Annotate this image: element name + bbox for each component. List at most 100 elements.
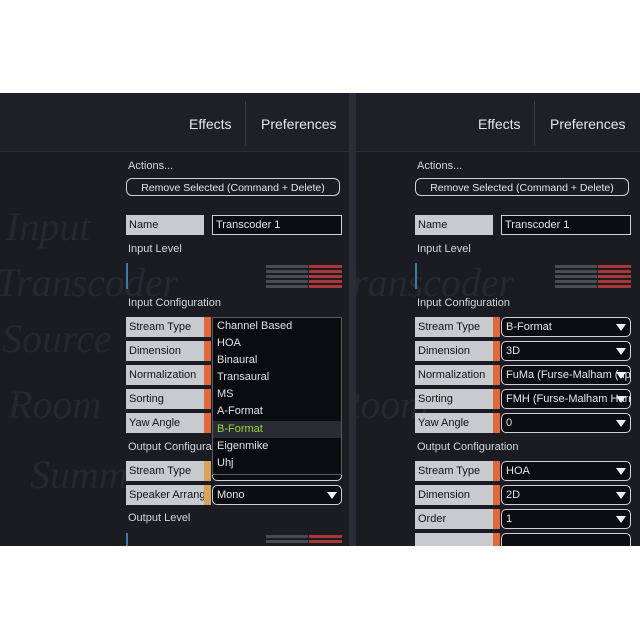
orange-accent xyxy=(204,365,211,385)
output-level-meter xyxy=(126,533,342,546)
effects-menu-button[interactable]: Effects xyxy=(175,93,246,151)
input-configuration-title: Input Configuration xyxy=(417,297,510,309)
row-cut-off xyxy=(415,533,631,546)
sorting-label: Sorting xyxy=(126,389,204,409)
sorting-label: Sorting xyxy=(415,389,493,409)
orange-accent xyxy=(493,389,500,409)
bg-word: Input xyxy=(6,204,91,249)
dropdown-option[interactable]: Channel Based xyxy=(213,318,341,335)
chevron-down-icon xyxy=(616,420,626,427)
right-panel: Transcoder Room Effects Preferences Acti… xyxy=(356,93,640,546)
output-stream-type-select[interactable]: HOA xyxy=(501,461,631,481)
cut-off-select[interactable] xyxy=(501,533,631,546)
normalization-value: FuMa (Furse-Malham (upto xyxy=(506,369,631,381)
name-label: Name xyxy=(126,215,204,235)
effects-menu-button[interactable]: Effects xyxy=(464,93,535,151)
order-value: 1 xyxy=(506,513,513,525)
yaw-angle-select[interactable]: 0 xyxy=(501,413,631,433)
output-configuration-title: Output Configurat xyxy=(128,441,212,453)
yaw-angle-label: Yaw Angle xyxy=(415,413,493,433)
menu-separator xyxy=(245,101,246,145)
chevron-down-icon xyxy=(616,468,626,475)
dropdown-option[interactable]: Transaural xyxy=(213,369,341,386)
dropdown-option[interactable]: Binaural xyxy=(213,352,341,369)
output-stream-type-label: Stream Type xyxy=(415,461,493,481)
chevron-down-icon xyxy=(616,372,626,379)
properties-panel: Actions... Remove Selected (Command + De… xyxy=(126,151,344,546)
stream-type-select[interactable]: B-Format xyxy=(501,317,631,337)
sorting-select[interactable]: FMH (Furse-Malham Harm xyxy=(501,389,631,409)
stream-type-dropdown: Channel Based HOA Binaural Transaural MS… xyxy=(212,317,342,475)
output-stream-type-value: HOA xyxy=(506,465,530,477)
top-menu-bar: Effects Preferences xyxy=(356,93,640,152)
properties-panel: Actions... Remove Selected (Command + De… xyxy=(415,151,633,546)
orange-accent xyxy=(204,389,211,409)
row-stream-type: Stream Type B-Format xyxy=(415,317,631,337)
stream-type-value: B-Format xyxy=(506,321,552,333)
normalization-label: Normalization xyxy=(415,365,493,385)
row-order: Order 1 xyxy=(415,509,631,529)
input-level-title: Input Level xyxy=(128,243,182,255)
chevron-down-icon xyxy=(616,396,626,403)
orange-accent xyxy=(493,509,500,529)
row-yaw-angle: Yaw Angle 0 xyxy=(415,413,631,433)
stream-type-label: Stream Type xyxy=(126,317,204,337)
name-label: Name xyxy=(415,215,493,235)
orange-accent xyxy=(493,365,500,385)
orange-accent xyxy=(493,461,500,481)
orange-accent xyxy=(204,317,211,337)
normalization-select[interactable]: FuMa (Furse-Malham (upto xyxy=(501,365,631,385)
order-select[interactable]: 1 xyxy=(501,509,631,529)
left-panel: Input Transcoder Source Room Summ Effect… xyxy=(0,93,349,546)
actions-title: Actions... xyxy=(128,160,174,172)
row-sorting: Sorting FMH (Furse-Malham Harm xyxy=(415,389,631,409)
order-label: Order xyxy=(415,509,493,529)
dropdown-option[interactable]: MS xyxy=(213,386,341,403)
actions-title: Actions... xyxy=(417,160,463,172)
yaw-angle-value: 0 xyxy=(506,417,513,429)
bg-word: Summ xyxy=(30,452,128,497)
dimension-label: Dimension xyxy=(415,341,493,361)
chevron-down-icon xyxy=(616,516,626,523)
orange-accent xyxy=(493,485,500,505)
output-level-title: Output Level xyxy=(128,512,191,524)
chevron-down-icon xyxy=(616,324,626,331)
speaker-arrangement-value: Mono xyxy=(217,489,245,501)
preferences-menu-button[interactable]: Preferences xyxy=(536,93,639,151)
dropdown-option-selected[interactable]: B-Format xyxy=(213,420,341,438)
normalization-label: Normalization xyxy=(126,365,204,385)
chevron-down-icon xyxy=(327,492,337,499)
preferences-menu-button[interactable]: Preferences xyxy=(247,93,349,151)
input-level-meter xyxy=(415,263,631,289)
row-dimension: Dimension 3D xyxy=(415,341,631,361)
sorting-value: FMH (Furse-Malham Harm xyxy=(506,393,631,405)
orange-accent xyxy=(204,413,211,433)
output-dimension-select[interactable]: 2D xyxy=(501,485,631,505)
yaw-angle-label: Yaw Angle xyxy=(126,413,204,433)
dropdown-option[interactable]: A-Format xyxy=(213,403,341,420)
menu-separator xyxy=(534,101,535,145)
speaker-arrangement-select[interactable]: Mono xyxy=(212,485,342,505)
panel-divider xyxy=(349,93,356,546)
remove-selected-button[interactable]: Remove Selected (Command + Delete) xyxy=(126,178,340,196)
remove-selected-button[interactable]: Remove Selected (Command + Delete) xyxy=(415,178,629,196)
speaker-arrangement-label: Speaker Arranger xyxy=(126,485,204,505)
input-configuration-title: Input Configuration xyxy=(128,297,221,309)
cut-off-label xyxy=(415,533,493,546)
output-dimension-label: Dimension xyxy=(415,485,493,505)
dropdown-option[interactable]: Eigenmike xyxy=(213,438,341,455)
output-stream-type-label: Stream Type xyxy=(126,461,204,481)
dropdown-option[interactable]: HOA xyxy=(213,335,341,352)
orange-accent xyxy=(204,341,211,361)
name-input[interactable]: Transcoder 1 xyxy=(501,215,631,235)
row-output-dimension: Dimension 2D xyxy=(415,485,631,505)
dropdown-option[interactable]: Uhj xyxy=(213,455,341,472)
input-level-title: Input Level xyxy=(417,243,471,255)
name-input[interactable]: Transcoder 1 xyxy=(212,215,342,235)
orange-accent xyxy=(493,341,500,361)
top-menu-bar: Effects Preferences xyxy=(0,93,349,152)
output-dimension-value: 2D xyxy=(506,489,521,501)
chevron-down-icon xyxy=(616,492,626,499)
dimension-select[interactable]: 3D xyxy=(501,341,631,361)
orange-accent xyxy=(493,533,500,546)
